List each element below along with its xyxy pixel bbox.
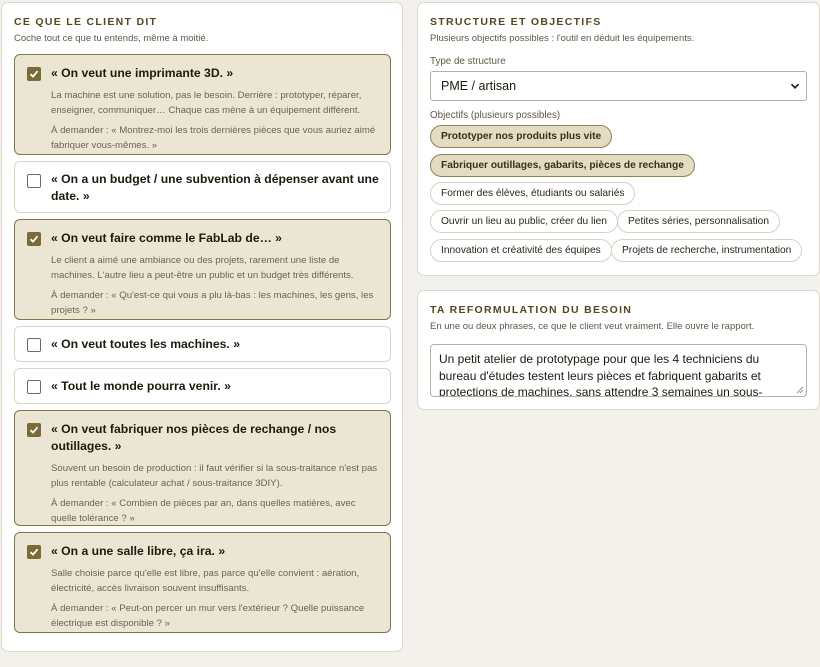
statement-card-budget[interactable]: « On a un budget / une subvention à dépe… xyxy=(14,161,391,213)
checkbox-checked[interactable] xyxy=(27,545,41,559)
checkbox-unchecked[interactable] xyxy=(27,338,41,352)
resize-handle-icon[interactable] xyxy=(796,386,804,394)
reformulation-textarea[interactable]: Un petit atelier de prototypage pour que… xyxy=(430,344,807,397)
statement-card-fablab[interactable]: « On veut faire comme le FabLab de… » Le… xyxy=(14,219,391,320)
panel-subtitle: Coche tout ce que tu entends, même à moi… xyxy=(14,33,209,44)
statement-question: À demander : « Combien de pièces par an,… xyxy=(51,498,356,524)
checkbox-checked[interactable] xyxy=(27,232,41,246)
statement-card-spare-parts[interactable]: « On veut fabriquer nos pièces de rechan… xyxy=(14,410,391,526)
statement-card-free-room[interactable]: « On a une salle libre, ça ira. » Salle … xyxy=(14,532,391,633)
panel-subtitle: Plusieurs objectifs possibles : l'outil … xyxy=(430,33,695,44)
statement-question: À demander : « Peut-on percer un mur ver… xyxy=(51,603,365,629)
objective-chip-research[interactable]: Projets de recherche, instrumentation xyxy=(611,239,803,262)
checkmark-icon xyxy=(29,426,39,434)
statement-quote: « On a une salle libre, ça ira. » xyxy=(51,544,226,558)
checkmark-icon xyxy=(29,235,39,243)
objective-chip-public[interactable]: Ouvrir un lieu au public, créer du lien xyxy=(430,210,618,233)
checkbox-checked[interactable] xyxy=(27,423,41,437)
reformulation-text: Un petit atelier de prototypage pour que… xyxy=(439,352,763,397)
structure-type-value: PME / artisan xyxy=(441,79,517,93)
statement-quote: « Tout le monde pourra venir. » xyxy=(51,379,231,393)
objective-chip-prototype[interactable]: Prototyper nos produits plus vite xyxy=(430,125,613,148)
checkmark-icon xyxy=(29,548,39,556)
panel-title: STRUCTURE ET OBJECTIFS xyxy=(430,16,602,28)
reformulation-panel: TA REFORMULATION DU BESOIN En une ou deu… xyxy=(417,290,820,410)
statement-quote: « On veut une imprimante 3D. » xyxy=(51,66,234,80)
statement-quote: « On a un budget / une subvention à dépe… xyxy=(51,172,379,203)
objective-chip-small-series[interactable]: Petites séries, personnalisation xyxy=(617,210,781,233)
statement-question: À demander : « Qu'est-ce qui vous a plu … xyxy=(51,290,374,316)
checkbox-checked[interactable] xyxy=(27,67,41,81)
statement-question: À demander : « Montrez-moi les trois der… xyxy=(51,125,376,151)
objective-chip-training[interactable]: Former des élèves, étudiants ou salariés xyxy=(430,182,636,205)
statement-description: Souvent un besoin de production : il fau… xyxy=(51,463,378,489)
structure-type-label: Type de structure xyxy=(430,56,506,67)
statement-quote: « On veut toutes les machines. » xyxy=(51,337,240,351)
structure-objectives-panel: STRUCTURE ET OBJECTIFS Plusieurs objecti… xyxy=(417,2,820,276)
objective-chip-tooling[interactable]: Fabriquer outillages, gabarits, pièces d… xyxy=(430,154,695,177)
panel-subtitle: En une ou deux phrases, ce que le client… xyxy=(430,321,755,332)
chevron-down-icon xyxy=(790,83,800,89)
client-statements-panel: CE QUE LE CLIENT DIT Coche tout ce que t… xyxy=(1,2,403,652)
statement-card-everyone[interactable]: « Tout le monde pourra venir. » xyxy=(14,368,391,404)
statement-description: Salle choisie parce qu'elle est libre, p… xyxy=(51,568,360,594)
statement-card-all-machines[interactable]: « On veut toutes les machines. » xyxy=(14,326,391,362)
objectives-label: Objectifs (plusieurs possibles) xyxy=(430,110,561,121)
checkmark-icon xyxy=(29,70,39,78)
checkbox-unchecked[interactable] xyxy=(27,174,41,188)
statement-description: Le client a aimé une ambiance ou des pro… xyxy=(51,255,354,281)
structure-type-select[interactable]: PME / artisan xyxy=(430,71,807,101)
statement-description: La machine est une solution, pas le beso… xyxy=(51,90,362,116)
statement-quote: « On veut faire comme le FabLab de… » xyxy=(51,231,282,245)
panel-title: TA REFORMULATION DU BESOIN xyxy=(430,304,633,316)
checkbox-unchecked[interactable] xyxy=(27,380,41,394)
statement-quote: « On veut fabriquer nos pièces de rechan… xyxy=(51,422,337,453)
panel-title: CE QUE LE CLIENT DIT xyxy=(14,16,158,28)
statement-card-printer[interactable]: « On veut une imprimante 3D. » La machin… xyxy=(14,54,391,155)
objective-chip-innovation[interactable]: Innovation et créativité des équipes xyxy=(430,239,612,262)
